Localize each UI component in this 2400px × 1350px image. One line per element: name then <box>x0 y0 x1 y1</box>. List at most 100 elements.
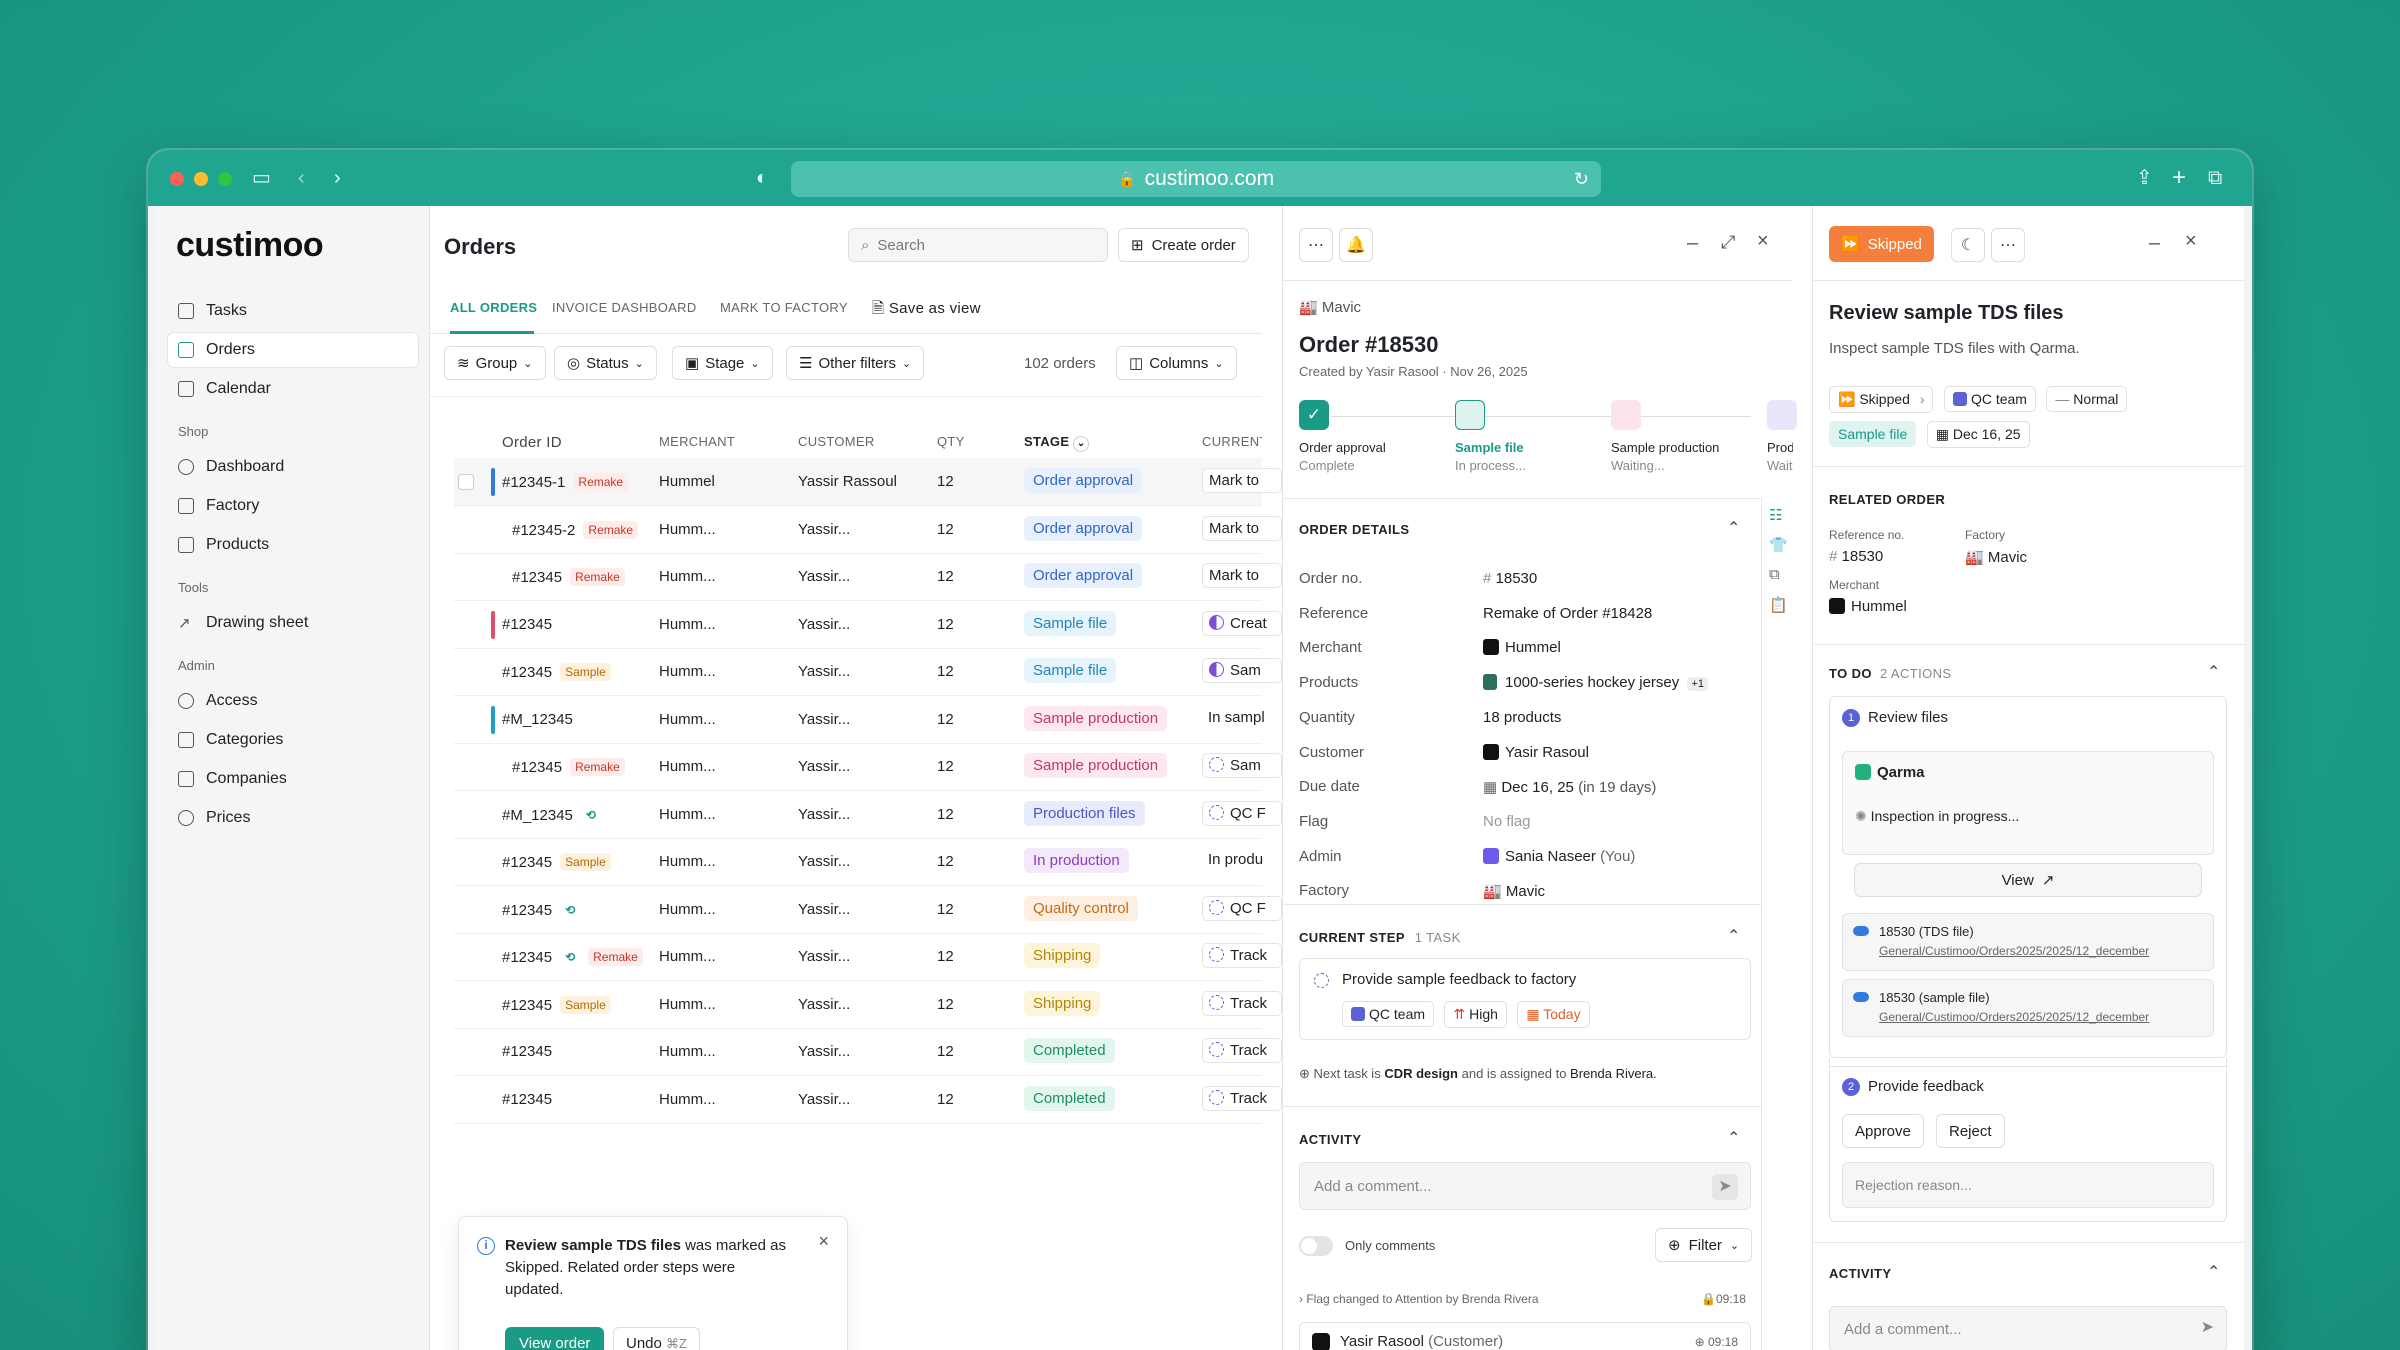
order-id-cell[interactable]: #M_12345 ⟲ <box>502 806 601 824</box>
forward-icon[interactable]: › <box>334 166 341 190</box>
close-window-icon[interactable] <box>170 172 184 186</box>
step-order-approval[interactable]: Order approval Complete <box>1299 440 1386 473</box>
tab-all-orders[interactable]: ALL ORDERS <box>450 300 537 315</box>
table-row[interactable]: #12345 ⟲ Humm... Yassir... 12 Quality control… <box>454 886 1282 934</box>
rejection-reason-input[interactable]: Rejection reason... <box>1842 1162 2214 1208</box>
files-icon[interactable]: ⧉ <box>1769 566 1780 583</box>
privacy-shield-icon[interactable]: ◐ <box>756 166 768 190</box>
minimize-icon[interactable]: – <box>1687 232 1698 255</box>
table-row[interactable]: #12345 ⟲ Remake Humm... Yassir... 12 Shipping T… <box>454 933 1282 981</box>
chevron-up-icon[interactable]: ⌃ <box>2207 1262 2220 1282</box>
header-current[interactable]: CURRENT <box>1202 434 1262 449</box>
stage-badge[interactable]: Order approval <box>1024 563 1143 588</box>
sidebar-item-factory[interactable]: Factory <box>168 489 418 523</box>
file-path-link[interactable]: General/Custimoo/Orders2025/2025/12_dece… <box>1879 944 2149 958</box>
view-inspection-button[interactable]: View ↗ <box>1854 863 2202 897</box>
current-step-cell[interactable]: Track <box>1202 943 1282 968</box>
sample-production-step-icon[interactable] <box>1611 400 1641 430</box>
check-icon[interactable]: ✓ <box>1299 400 1329 430</box>
moon-icon[interactable]: ☾ <box>1951 228 1985 262</box>
chevron-up-icon[interactable]: ⌃ <box>1727 1128 1740 1148</box>
priority-chip[interactable]: ⇈ High <box>1444 1001 1507 1028</box>
table-row[interactable]: #12345 Humm... Yassir... 12 Completed Track <box>454 1028 1282 1076</box>
table-row[interactable]: #12345-1 Remake Hummel Yassir Rassoul 12 Orde… <box>454 458 1282 506</box>
current-step-cell[interactable]: Sam <box>1202 658 1282 683</box>
step-sample-file[interactable]: Sample file In process... <box>1455 440 1526 473</box>
table-row[interactable]: #M_12345 Humm... Yassir... 12 Sample product… <box>454 696 1265 744</box>
sidebar-item-orders[interactable]: Orders <box>168 333 418 367</box>
save-as-view-button[interactable]: 🗎 Save as view <box>872 298 981 323</box>
sidebar-item-products[interactable]: Products <box>168 528 418 562</box>
priority-chip[interactable]: — Normal <box>2046 386 2128 412</box>
due-chip[interactable]: ▦ Today <box>1517 1001 1590 1028</box>
production-step-icon[interactable] <box>1767 400 1797 430</box>
file-path-link[interactable]: General/Custimoo/Orders2025/2025/12_dece… <box>1879 1010 2149 1024</box>
group-filter[interactable]: ≋ Group ⌄ <box>444 346 546 380</box>
chevron-up-icon[interactable]: ⌃ <box>1727 926 1740 946</box>
sidebar-item-calendar[interactable]: Calendar <box>168 372 418 406</box>
search-input[interactable]: ⌕ Search <box>848 228 1108 262</box>
table-row[interactable]: #12345 Humm... Yassir... 12 Completed Track <box>454 1076 1282 1124</box>
columns-button[interactable]: ◫ Columns ⌄ <box>1116 346 1237 380</box>
stage-badge[interactable]: Order approval <box>1024 515 1143 541</box>
detail-value[interactable]: Yasir Rasoul <box>1483 743 1589 761</box>
approve-button[interactable]: Approve <box>1842 1114 1924 1148</box>
current-step-cell[interactable]: QC F <box>1202 800 1282 826</box>
clipboard-icon[interactable]: 📋 <box>1769 596 1788 614</box>
table-row[interactable]: #12345 Sample Humm... Yassir... 12 Shipping Tr… <box>454 981 1282 1029</box>
order-id-cell[interactable]: #12345 Sample <box>502 663 611 681</box>
reload-icon[interactable]: ↻ <box>1574 169 1589 190</box>
header-stage[interactable]: STAGE ⌄ <box>1024 434 1090 452</box>
row-checkbox[interactable] <box>458 474 474 490</box>
header-merchant[interactable]: MERCHANT <box>659 434 735 449</box>
table-row[interactable]: #12345 Sample Humm... Yassir... 12 Sample fil… <box>454 648 1282 696</box>
more-products-badge[interactable]: +1 <box>1687 677 1708 692</box>
order-id-cell[interactable]: #12345 ⟲ Remake <box>502 948 643 966</box>
close-icon[interactable]: × <box>818 1231 829 1252</box>
sample-file-step-icon[interactable] <box>1455 400 1485 430</box>
stage-badge[interactable]: Completed <box>1024 1085 1115 1111</box>
sidebar-item-drawing-sheet[interactable]: ↗ Drawing sheet <box>168 606 418 640</box>
detail-value[interactable]: No flag <box>1483 813 1531 830</box>
sidebar-item-tasks[interactable]: Tasks <box>168 294 418 328</box>
date-chip[interactable]: ▦ Dec 16, 25 <box>1926 421 2030 448</box>
order-id-cell[interactable]: #M_12345 <box>502 711 573 728</box>
stage-badge[interactable]: Sample file <box>1024 658 1117 683</box>
only-comments-toggle[interactable] <box>1299 1236 1333 1256</box>
current-step-cell[interactable]: Track <box>1202 990 1282 1016</box>
table-row[interactable]: #12345-2 Remake Humm... Yassir... 12 Order ap… <box>454 506 1282 554</box>
stage-badge[interactable]: Completed <box>1024 1038 1115 1063</box>
order-id-cell[interactable]: #12345 ⟲ <box>502 901 580 919</box>
order-id-cell[interactable]: #12345 Sample <box>502 995 611 1014</box>
sidebar-item-dashboard[interactable]: Dashboard <box>168 450 418 484</box>
zoom-window-icon[interactable] <box>218 172 232 186</box>
table-row[interactable]: #12345 Sample Humm... Yassir... 12 In product… <box>454 838 1263 886</box>
team-chip[interactable]: QC team <box>1342 1001 1435 1027</box>
file-item[interactable]: 18530 (sample file) General/Custimoo/Ord… <box>1842 979 2214 1037</box>
current-step-cell[interactable]: Track <box>1202 1038 1282 1063</box>
more-options-icon[interactable]: ⋯ <box>1299 228 1333 262</box>
minimize-window-icon[interactable] <box>194 172 208 186</box>
bell-icon[interactable]: 🔔 <box>1339 228 1373 262</box>
chevron-up-icon[interactable]: ⌃ <box>2207 662 2220 682</box>
status-skipped-button[interactable]: ⏩ Skipped <box>1829 226 1934 262</box>
chevron-up-icon[interactable]: ⌃ <box>1727 518 1740 538</box>
order-id-cell[interactable]: #12345-1 Remake <box>502 473 629 491</box>
factory-value[interactable]: 🏭 Mavic <box>1965 548 2027 566</box>
header-customer[interactable]: CUSTOMER <box>798 434 875 449</box>
current-step-cell[interactable]: Mark to <box>1202 563 1282 588</box>
more-options-icon[interactable]: ⋯ <box>1991 228 2025 262</box>
status-chip[interactable]: ⏩ Skipped › <box>1829 386 1934 413</box>
current-step-cell[interactable]: Sam <box>1202 753 1282 778</box>
order-id-cell[interactable]: #12345-2 Remake <box>512 520 639 539</box>
create-order-button[interactable]: ⊞ Create order <box>1118 228 1249 262</box>
order-id-cell[interactable]: #12345 <box>502 616 552 633</box>
stage-badge[interactable]: Production files <box>1024 800 1145 826</box>
stage-badge[interactable]: Sample production <box>1024 753 1168 778</box>
undo-button[interactable]: Undo ⌘Z <box>613 1327 700 1350</box>
order-id-cell[interactable]: #12345 <box>502 1091 552 1108</box>
stage-badge[interactable]: Sample file <box>1024 610 1117 636</box>
stage-badge[interactable]: Quality control <box>1024 895 1138 921</box>
share-icon[interactable]: ⇪ <box>2136 166 2153 190</box>
step-production[interactable]: Produ Waiti <box>1767 440 1793 473</box>
